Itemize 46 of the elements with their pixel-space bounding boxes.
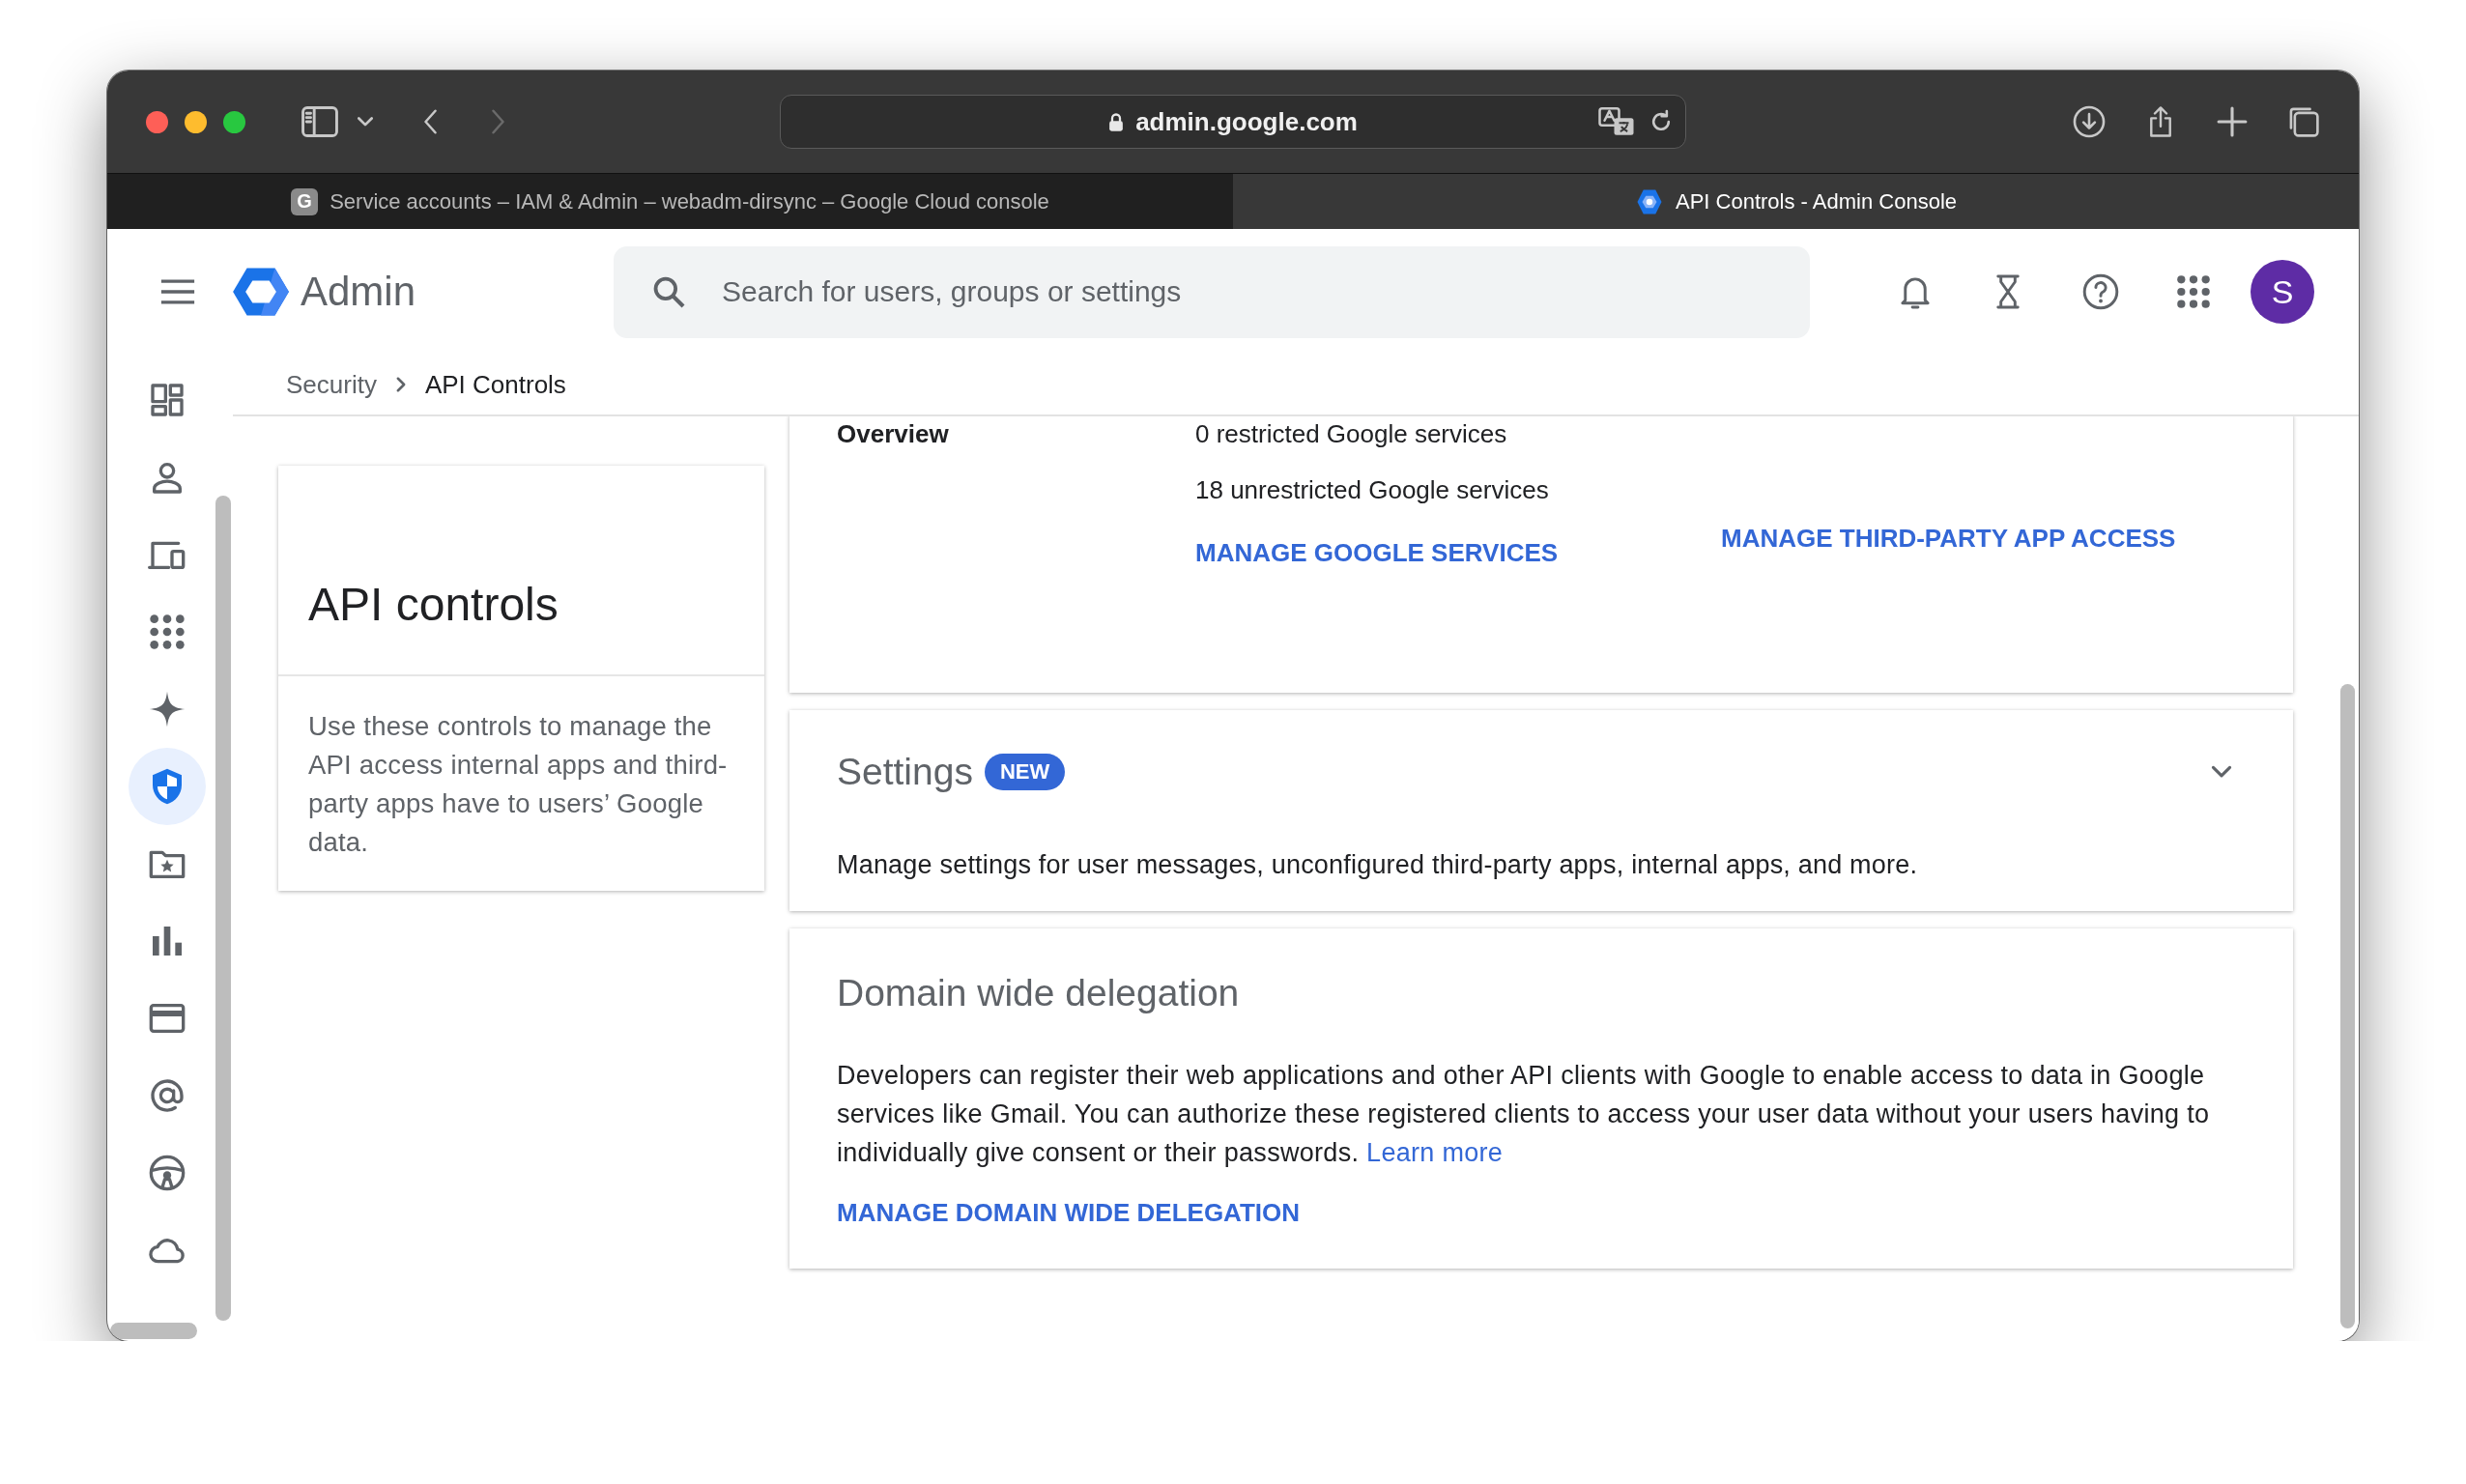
manage-link[interactable]: MANAGE THIRD-PARTY APP ACCESS — [1721, 521, 2176, 556]
help-icon[interactable] — [2082, 273, 2120, 310]
manage-link[interactable]: MANAGE DOMAIN WIDE DELEGATION — [837, 1195, 1301, 1230]
favicon: G — [291, 187, 319, 215]
chevron-right-icon — [395, 377, 406, 392]
manage-link[interactable]: MANAGE GOOGLE SERVICES — [1195, 535, 1559, 570]
at-sign-icon — [148, 1076, 186, 1115]
translate-icon[interactable] — [1598, 107, 1635, 136]
card-title: Settings — [837, 750, 973, 794]
scrollbar[interactable] — [110, 1323, 197, 1339]
menu-icon[interactable] — [159, 278, 196, 305]
chevron-down-icon[interactable] — [2211, 765, 2232, 779]
card-description: Manage settings for user messages, unconfigured third-party apps, internal apps, and more. — [837, 849, 1919, 881]
minimize-button[interactable] — [185, 110, 207, 133]
page-title: API controls — [308, 577, 559, 631]
learn-more-link[interactable]: Learn more — [1366, 1138, 1504, 1167]
lock-icon — [1108, 111, 1125, 132]
apps-grid-icon[interactable] — [2175, 273, 2213, 310]
section-label: Overview — [837, 418, 950, 450]
sidebar-toggle-icon[interactable] — [301, 106, 338, 137]
chevron-down-icon[interactable] — [358, 116, 373, 128]
zoom-button[interactable] — [223, 110, 245, 133]
product-name: Admin — [301, 269, 416, 315]
close-button[interactable] — [146, 110, 168, 133]
scrollbar[interactable] — [2340, 684, 2355, 1328]
hexagon-logo-icon — [233, 267, 289, 317]
card-description: Developers can register their web applications and other API clients with Google to enable access to data in Google services like Gmail. You can authorize these registered clients to access your user data without your users having to individually give consent or their passwords. Learn more — [837, 1060, 2211, 1169]
status-text: 18 unrestricted Google services — [1195, 474, 1550, 506]
dashboard-icon — [148, 381, 186, 419]
browser-tab[interactable]: G Service accounts – IAM & Admin – webadm-dirsync – Google Cloud console — [107, 173, 1233, 229]
tabs-overview-icon[interactable] — [2287, 105, 2320, 138]
address-bar[interactable]: admin.google.com — [780, 95, 1686, 149]
card-title: Domain wide delegation — [837, 971, 1241, 1015]
plus-icon[interactable] — [2216, 105, 2249, 138]
url-text: admin.google.com — [1135, 106, 1358, 137]
apps-grid-icon — [148, 613, 186, 651]
steering-wheel-icon — [148, 1154, 186, 1192]
search-field[interactable]: Search for users, groups or settings — [614, 245, 1811, 338]
scrollbar[interactable] — [215, 496, 231, 1321]
avatar[interactable]: S — [2251, 260, 2315, 324]
page-description: Use these controls to manage the API access internal apps and third-party apps have to users’ Google data. — [307, 710, 729, 859]
breadcrumb-link[interactable]: Security — [286, 369, 377, 400]
status-text: 0 restricted Google services — [1195, 418, 1508, 450]
new-badge: NEW — [984, 754, 1066, 790]
download-icon[interactable] — [2073, 105, 2106, 138]
browser-tab[interactable]: API Controls - Admin Console — [1233, 173, 2359, 229]
